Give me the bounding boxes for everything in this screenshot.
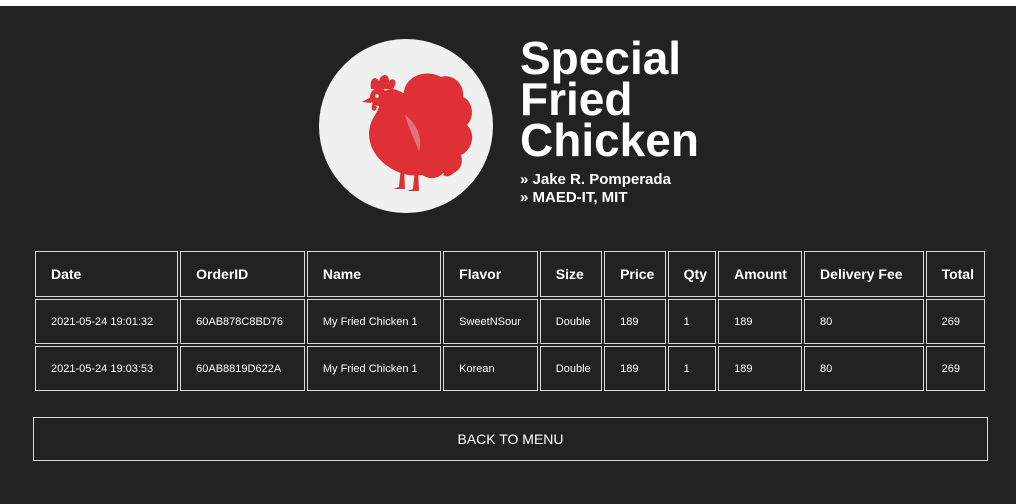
- cell-price: 189: [604, 299, 666, 344]
- page-title: Special Fried Chicken: [520, 35, 740, 163]
- cell-amount: 189: [718, 346, 803, 391]
- column-header-delivery-fee: Delivery Fee: [804, 251, 924, 297]
- cell-name: My Fried Chicken 1: [306, 299, 442, 344]
- column-header-qty: Qty: [667, 251, 717, 297]
- column-header-order-id: OrderID: [180, 251, 305, 297]
- column-header-flavor: Flavor: [443, 251, 538, 297]
- subtitle: » Jake R. Pomperada » MAED-IT, MIT: [520, 171, 740, 207]
- title-line: Chicken: [520, 114, 699, 166]
- cell-date: 2021-05-24 19:03:53: [35, 346, 179, 391]
- author-line: » Jake R. Pomperada: [520, 171, 671, 188]
- cell-amount: 189: [718, 299, 803, 344]
- title-block: Special Fried Chicken » Jake R. Pomperad…: [520, 35, 740, 207]
- cell-size: Double: [539, 299, 603, 344]
- column-header-size: Size: [539, 251, 603, 297]
- back-to-menu-button[interactable]: BACK TO MENU: [33, 417, 988, 461]
- cell-size: Double: [539, 346, 603, 391]
- cell-price: 189: [604, 346, 666, 391]
- cell-order-id: 60AB8819D622A: [180, 346, 305, 391]
- rooster-icon: [362, 73, 473, 191]
- cell-total: 269: [925, 346, 985, 391]
- column-header-amount: Amount: [718, 251, 803, 297]
- credentials-line: » MAED-IT, MIT: [520, 189, 628, 206]
- table-header-row: Date OrderID Name Flavor Size Price Qty …: [35, 251, 985, 297]
- cell-flavor: SweetNSour: [443, 299, 538, 344]
- column-header-name: Name: [306, 251, 442, 297]
- cell-qty: 1: [667, 299, 717, 344]
- table-row: 2021-05-24 19:03:53 60AB8819D622A My Fri…: [35, 346, 985, 391]
- column-header-total: Total: [925, 251, 985, 297]
- cell-date: 2021-05-24 19:01:32: [35, 299, 179, 344]
- cell-delivery-fee: 80: [804, 299, 924, 344]
- cell-order-id: 60AB878C8BD76: [180, 299, 305, 344]
- header: Special Fried Chicken » Jake R. Pomperad…: [0, 6, 1016, 236]
- logo: [319, 39, 493, 213]
- cell-flavor: Korean: [443, 346, 538, 391]
- table-row: 2021-05-24 19:01:32 60AB878C8BD76 My Fri…: [35, 299, 985, 344]
- cell-total: 269: [925, 299, 985, 344]
- page: Special Fried Chicken » Jake R. Pomperad…: [0, 6, 1016, 504]
- cell-delivery-fee: 80: [804, 346, 924, 391]
- column-header-price: Price: [604, 251, 666, 297]
- cell-name: My Fried Chicken 1: [306, 346, 442, 391]
- orders-table: Date OrderID Name Flavor Size Price Qty …: [33, 249, 987, 393]
- cell-qty: 1: [667, 346, 717, 391]
- column-header-date: Date: [35, 251, 179, 297]
